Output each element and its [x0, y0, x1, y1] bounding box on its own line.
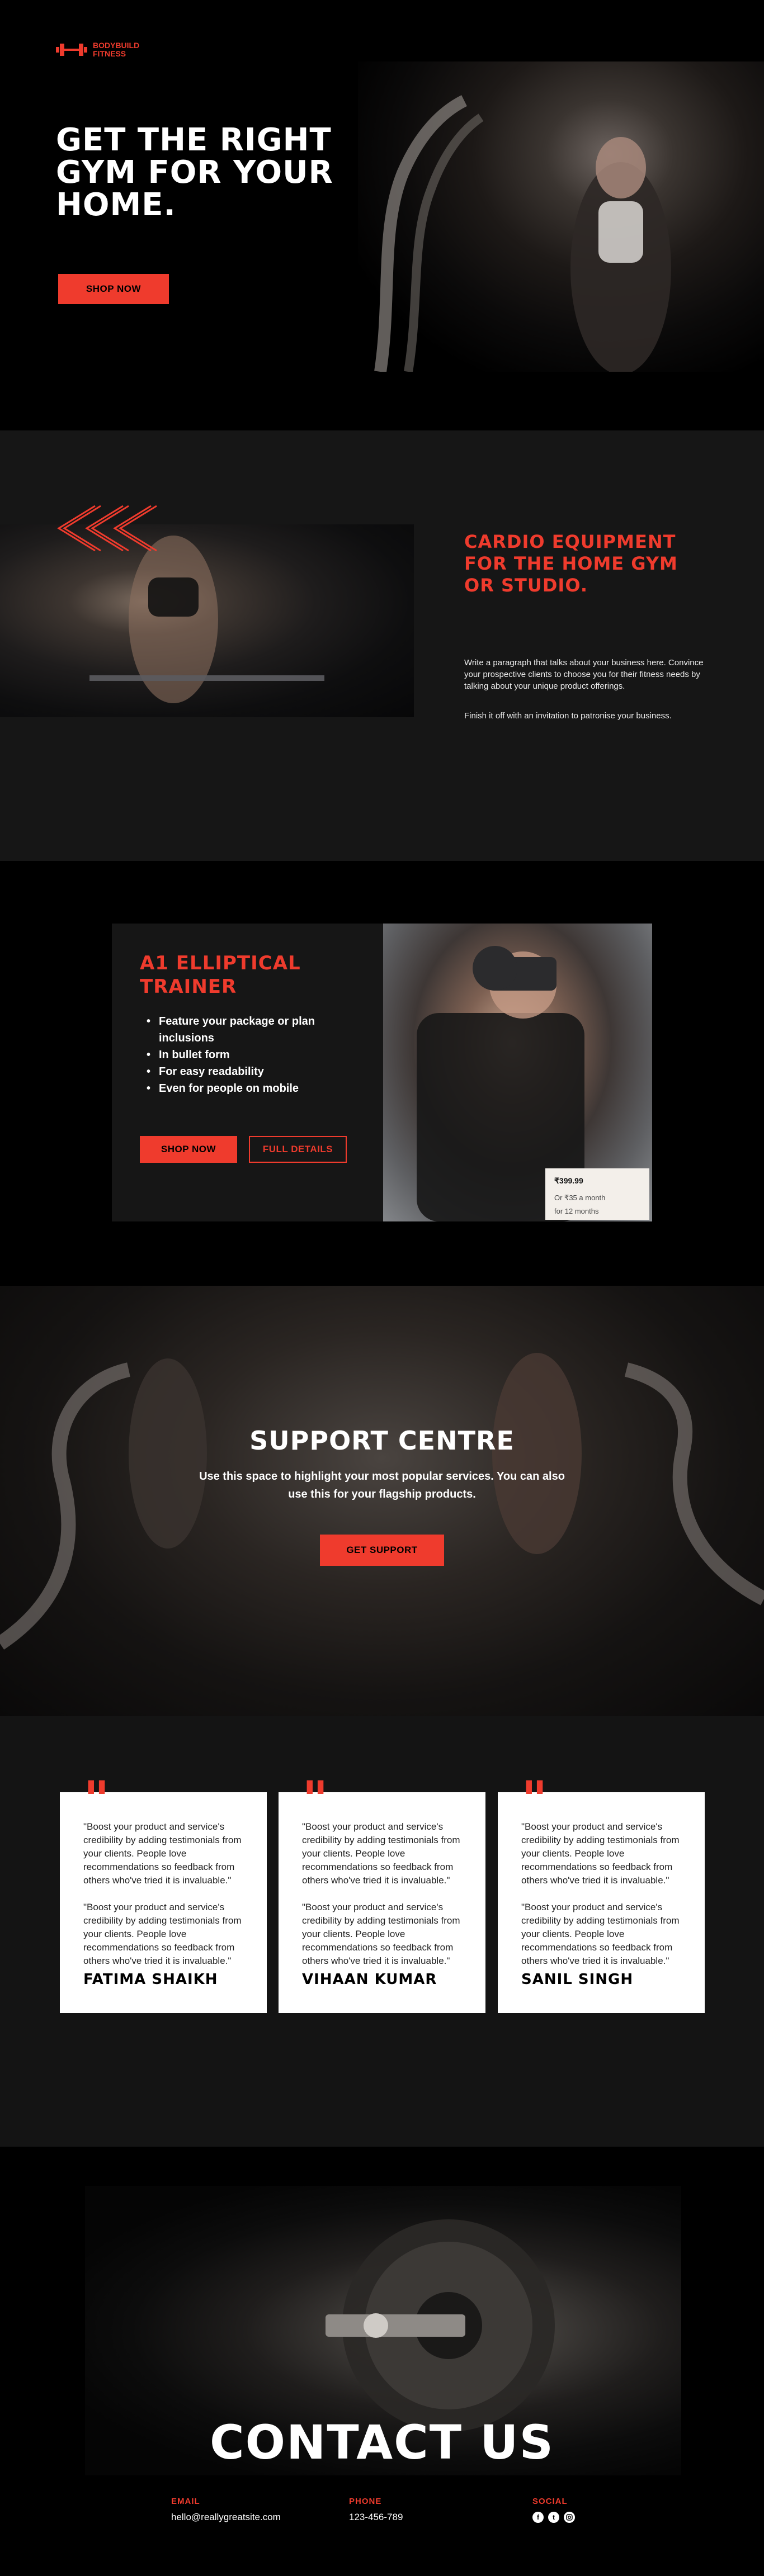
hero-section: BODYBUILD FITNESS GET THE RIGHT GYM FOR …: [0, 0, 764, 430]
brand-name-line2: FITNESS: [93, 49, 126, 58]
price-monthly-text: Or ₹35 a month: [554, 1194, 606, 1202]
product-feature-item: For easy readability: [140, 1063, 358, 1080]
price-tag: ₹399.99 Or ₹35 a month for 12 months: [545, 1168, 649, 1220]
phone-label: PHONE: [349, 2497, 382, 2506]
testimonial-quote: "Boost your product and service's credib…: [521, 1821, 680, 1886]
get-support-button[interactable]: GET SUPPORT: [320, 1535, 444, 1566]
product-title: A1 ELLIPTICAL TRAINER: [140, 952, 301, 998]
battle-rope-graphic: [374, 95, 671, 375]
hero-shop-now-button[interactable]: SHOP NOW: [58, 274, 169, 304]
testimonials-section: " "Boost your product and service's cred…: [0, 1716, 764, 2147]
instagram-icon[interactable]: [564, 2512, 575, 2523]
chevron-decoration-icon: [57, 505, 157, 552]
hero-image: [358, 61, 764, 375]
support-section: SUPPORT CENTRE Use this space to highlig…: [0, 1286, 764, 1716]
support-description: Use this space to highlight your most po…: [199, 1470, 565, 1500]
twitter-icon[interactable]: t: [548, 2512, 559, 2523]
cardio-paragraph-1: Write a paragraph that talks about your …: [464, 658, 704, 691]
cardio-section: CARDIO EQUIPMENT FOR THE HOME GYM OR STU…: [0, 430, 764, 861]
product-feature-item: Even for people on mobile: [140, 1080, 358, 1097]
product-full-details-button[interactable]: FULL DETAILS: [249, 1136, 347, 1163]
hero-title: GET THE RIGHT GYM FOR YOUR HOME.: [56, 122, 333, 223]
brand-logo[interactable]: BODYBUILD FITNESS: [56, 41, 139, 58]
quote-icon: ": [302, 1770, 328, 1829]
price-value: ₹399.99: [554, 1176, 583, 1185]
testimonial-card: " "Boost your product and service's cred…: [498, 1774, 705, 2013]
product-section: A1 ELLIPTICAL TRAINER Feature your packa…: [0, 861, 764, 1286]
email-label: EMAIL: [171, 2497, 200, 2506]
product-shop-now-button[interactable]: SHOP NOW: [140, 1136, 237, 1163]
price-monthly: Or ₹35 a month for 12 months: [554, 1191, 640, 1218]
contact-title: CONTACT US: [209, 2415, 555, 2470]
testimonial-quote: "Boost your product and service's credib…: [302, 1902, 460, 1966]
cardio-title: CARDIO EQUIPMENT FOR THE HOME GYM OR STU…: [464, 531, 678, 596]
facebook-icon[interactable]: f: [532, 2512, 544, 2523]
quote-icon: ": [83, 1770, 110, 1829]
contact-phone-block: PHONE 123-456-789: [349, 2497, 403, 2523]
product-feature-item: Feature your package or plan inclusions: [140, 1013, 358, 1046]
social-label: SOCIAL: [532, 2497, 568, 2506]
quote-icon: ": [521, 1770, 548, 1829]
dumbbell-icon: [56, 44, 87, 56]
price-term-text: for 12 months: [554, 1207, 599, 1215]
product-feature-item: In bullet form: [140, 1046, 358, 1063]
contact-section: CONTACT US EMAIL hello@reallygreatsite.c…: [0, 2147, 764, 2576]
testimonial-quote: "Boost your product and service's credib…: [83, 1821, 242, 1886]
product-card: A1 ELLIPTICAL TRAINER Feature your packa…: [112, 924, 383, 1221]
brand-name-line1: BODYBUILD: [93, 41, 140, 50]
social-icons: f t: [532, 2512, 575, 2523]
phone-link[interactable]: 123-456-789: [349, 2512, 403, 2523]
testimonial-card: " "Boost your product and service's cred…: [279, 1774, 485, 2013]
product-feature-list: Feature your package or plan inclusions …: [140, 1013, 358, 1097]
cardio-paragraph-2: Finish it off with an invitation to patr…: [464, 711, 672, 721]
testimonial-author: SANIL SINGH: [521, 1971, 634, 1988]
testimonial-author: FATIMA SHAIKH: [83, 1971, 218, 1988]
support-title: SUPPORT CENTRE: [249, 1426, 515, 1456]
testimonial-card: " "Boost your product and service's cred…: [60, 1774, 267, 2013]
testimonial-quote: "Boost your product and service's credib…: [83, 1902, 242, 1966]
email-link[interactable]: hello@reallygreatsite.com: [171, 2512, 281, 2523]
contact-email-block: EMAIL hello@reallygreatsite.com: [171, 2497, 281, 2523]
brand-name: BODYBUILD FITNESS: [93, 41, 139, 58]
testimonial-quote: "Boost your product and service's credib…: [521, 1902, 680, 1966]
contact-social-block: SOCIAL f t: [532, 2497, 575, 2523]
testimonial-quote: "Boost your product and service's credib…: [302, 1821, 460, 1886]
testimonial-author: VIHAAN KUMAR: [302, 1971, 437, 1988]
